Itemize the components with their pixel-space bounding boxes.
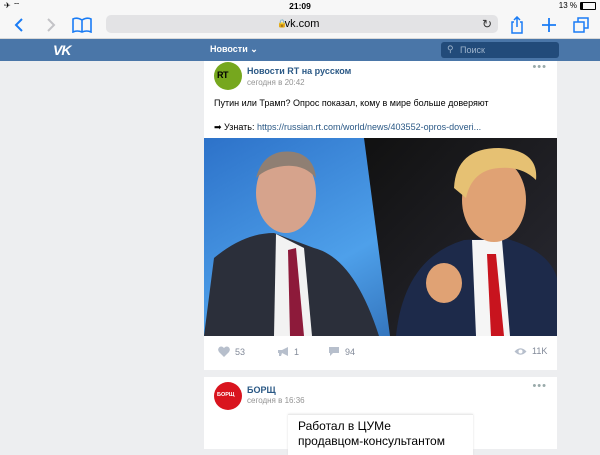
status-bar: ✈ ⌔ 21:09 13 % — [0, 0, 600, 12]
plus-icon — [542, 18, 556, 32]
book-icon — [72, 17, 92, 33]
chevron-down-icon: ⌄ — [250, 44, 258, 54]
vk-header: VK Новости ⌄ ⚲ Поиск — [0, 39, 600, 61]
avatar[interactable]: БОРЩ — [214, 382, 242, 410]
forward-button[interactable] — [40, 14, 62, 36]
share-icon — [511, 16, 523, 34]
tabs-icon — [573, 17, 589, 33]
battery-label: 13 % — [558, 1, 577, 10]
battery-indicator: 13 % — [559, 1, 596, 10]
search-icon: ⚲ — [447, 44, 454, 54]
ad-text-line1: Работал в ЦУМе — [298, 419, 391, 433]
like-button[interactable]: 53 — [218, 346, 245, 357]
clock: 21:09 — [289, 1, 311, 11]
repost-button[interactable]: 1 — [277, 346, 299, 357]
browser-toolbar: 🔒 vk.com ↻ — [0, 12, 600, 39]
post-author[interactable]: БОРЩ — [247, 385, 276, 395]
post-card: БОРЩ БОРЩ сегодня в 16:36 ••• Работал в … — [204, 377, 557, 455]
more-icon[interactable]: ••• — [532, 380, 547, 392]
search-placeholder: Поиск — [460, 45, 485, 55]
url-text: vk.com — [284, 18, 320, 30]
repost-count: 1 — [294, 346, 300, 357]
link-prefix: ➡ Узнать: — [214, 122, 255, 132]
post-author[interactable]: Новости RT на русском — [247, 66, 351, 76]
views-counter: 11K — [514, 346, 547, 356]
ad-text-line2: продавцом-консультантом — [298, 434, 445, 448]
comment-button[interactable]: 94 — [328, 346, 355, 357]
megaphone-icon — [278, 347, 288, 356]
news-menu-label: Новости — [210, 44, 248, 54]
avatar[interactable]: RT — [214, 62, 242, 90]
chevron-left-icon — [14, 18, 23, 32]
avatar-text: RT — [217, 70, 229, 80]
new-tab-button[interactable] — [538, 14, 560, 36]
vk-logo-icon[interactable]: VK — [53, 42, 71, 58]
post-time[interactable]: сегодня в 20:42 — [247, 78, 305, 87]
post-image[interactable] — [204, 138, 557, 336]
view-count: 11K — [532, 346, 548, 356]
news-menu[interactable]: Новости ⌄ — [210, 44, 258, 55]
post-link-line: ➡ Узнать: https://russian.rt.com/world/n… — [214, 122, 481, 133]
avatar-text: БОРЩ — [217, 392, 235, 398]
comment-count: 94 — [345, 346, 356, 357]
heart-icon — [218, 346, 230, 357]
tabs-button[interactable] — [570, 14, 592, 36]
post-time[interactable]: сегодня в 16:36 — [247, 396, 305, 405]
search-input[interactable]: ⚲ Поиск — [441, 42, 559, 58]
like-count: 53 — [235, 346, 246, 357]
address-bar[interactable]: 🔒 vk.com ↻ — [106, 15, 498, 33]
back-button[interactable] — [8, 14, 30, 36]
reload-icon[interactable]: ↻ — [482, 17, 492, 31]
battery-icon — [580, 1, 596, 10]
bookmarks-button[interactable] — [70, 14, 94, 36]
share-button[interactable] — [506, 14, 528, 36]
post-actions: 53 1 94 11K — [204, 344, 557, 364]
post-card: RT Новости RT на русском сегодня в 20:42… — [204, 61, 557, 370]
more-icon[interactable]: ••• — [532, 61, 547, 73]
chevron-right-icon — [47, 18, 56, 32]
comment-icon — [329, 347, 339, 356]
eye-icon — [514, 347, 527, 355]
post-text: Путин или Трамп? Опрос показал, кому в м… — [214, 98, 489, 108]
post-link[interactable]: https://russian.rt.com/world/news/403552… — [257, 122, 481, 132]
